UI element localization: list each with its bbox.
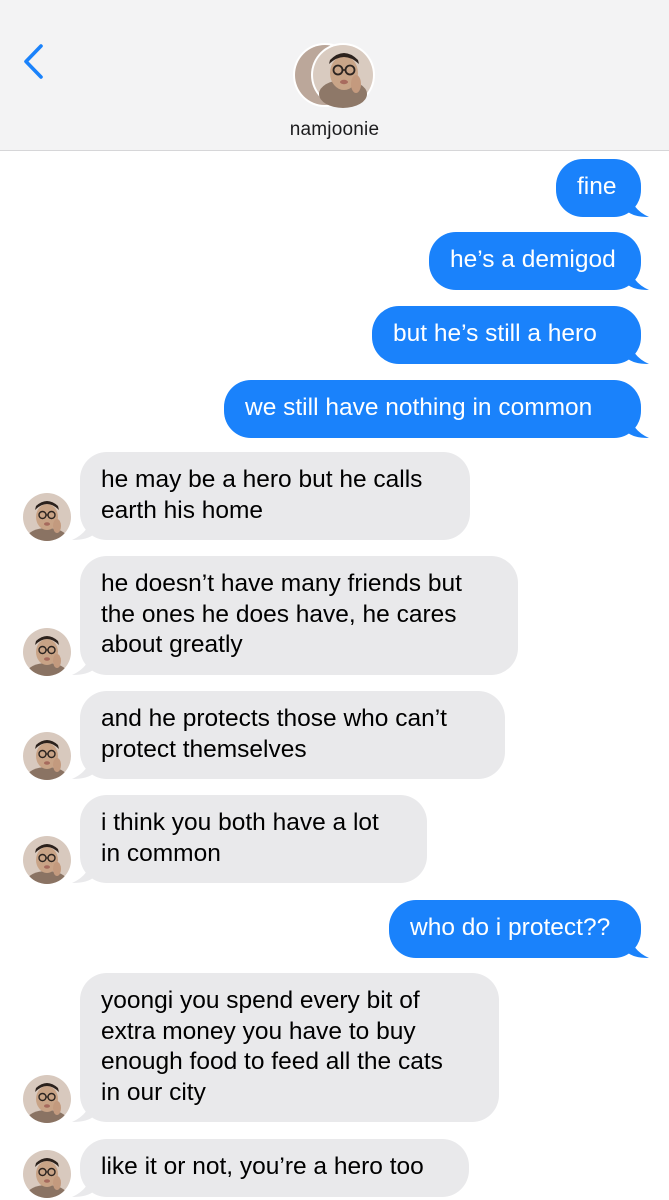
message-text: but he’s still a hero bbox=[393, 320, 597, 347]
conversation-header: namjoonie bbox=[0, 0, 669, 151]
contact-avatar-small[interactable] bbox=[23, 1149, 71, 1198]
bubble-tail bbox=[627, 190, 649, 217]
bubble-tail bbox=[72, 753, 94, 779]
contact-avatar[interactable] bbox=[292, 42, 378, 108]
bubble-tail bbox=[627, 263, 649, 290]
message-text: and he protects those who can’t bbox=[101, 705, 447, 732]
sent-message-bubble[interactable]: but he’s still a hero bbox=[372, 306, 649, 364]
message-text: about greatly bbox=[101, 631, 243, 658]
message-text: who do i protect?? bbox=[410, 914, 611, 941]
sent-message-bubble[interactable]: we still have nothing in common bbox=[224, 380, 649, 438]
received-message-bubble[interactable]: he doesn’t have many friends but the ones… bbox=[72, 556, 518, 675]
bubble-tail bbox=[72, 1096, 94, 1122]
message-text: we still have nothing in common bbox=[245, 394, 593, 421]
message-text: he’s a demigod bbox=[450, 246, 616, 273]
messages-screen: namjoonie fine he’s a demigod but he’s sti… bbox=[0, 0, 669, 1200]
contact-avatar-small[interactable] bbox=[23, 836, 71, 884]
contact-avatar-small[interactable] bbox=[23, 732, 71, 780]
back-button[interactable] bbox=[14, 38, 54, 86]
message-text: like it or not, you’re a hero too bbox=[101, 1153, 424, 1180]
received-message-bubble[interactable]: he may be a hero but he calls earth his h… bbox=[72, 452, 470, 540]
sent-message-bubble[interactable]: he’s a demigod bbox=[429, 232, 649, 290]
contact-avatar-small[interactable] bbox=[23, 1075, 71, 1123]
bubble-tail bbox=[627, 337, 649, 364]
received-message-bubble[interactable]: i think you both have a lot in common bbox=[72, 795, 427, 883]
message-text: yoongi you spend every bit of bbox=[101, 987, 420, 1014]
message-text: in our city bbox=[101, 1078, 206, 1106]
contact-avatar-small[interactable] bbox=[23, 627, 71, 676]
bubble-tail bbox=[627, 931, 649, 958]
sent-message-bubble[interactable]: fine bbox=[556, 159, 649, 217]
received-message-bubble[interactable]: yoongi you spend every bit of extra money… bbox=[72, 973, 499, 1122]
message-text: earth his home bbox=[101, 496, 264, 524]
received-message-bubble[interactable]: and he protects those who can’t protect t… bbox=[72, 691, 505, 779]
message-text: extra money you have to buy bbox=[101, 1017, 416, 1045]
message-text: the ones he does have, he cares bbox=[101, 600, 457, 628]
message-text: enough food to feed all the cats bbox=[101, 1048, 443, 1075]
contact-avatar-small[interactable] bbox=[23, 493, 71, 541]
message-text: he doesn’t have many friends but bbox=[101, 570, 462, 597]
bubble-tail bbox=[72, 514, 94, 540]
chevron-left-icon bbox=[24, 44, 43, 79]
contact-name: namjoonie bbox=[289, 119, 380, 140]
sent-message-bubble[interactable]: who do i protect?? bbox=[389, 900, 649, 958]
bubble-tail bbox=[72, 1170, 94, 1197]
message-text: fine bbox=[577, 173, 617, 200]
message-text: i think you both have a lot bbox=[101, 809, 379, 836]
bubble-tail bbox=[627, 411, 649, 438]
received-message-bubble[interactable]: like it or not, you’re a hero too bbox=[72, 1139, 469, 1197]
message-text: in common bbox=[101, 839, 221, 867]
message-text: protect themselves bbox=[101, 735, 307, 763]
message-text: he may be a hero but he calls bbox=[101, 466, 423, 493]
bubble-tail bbox=[72, 857, 94, 883]
bubble-tail bbox=[72, 648, 94, 675]
